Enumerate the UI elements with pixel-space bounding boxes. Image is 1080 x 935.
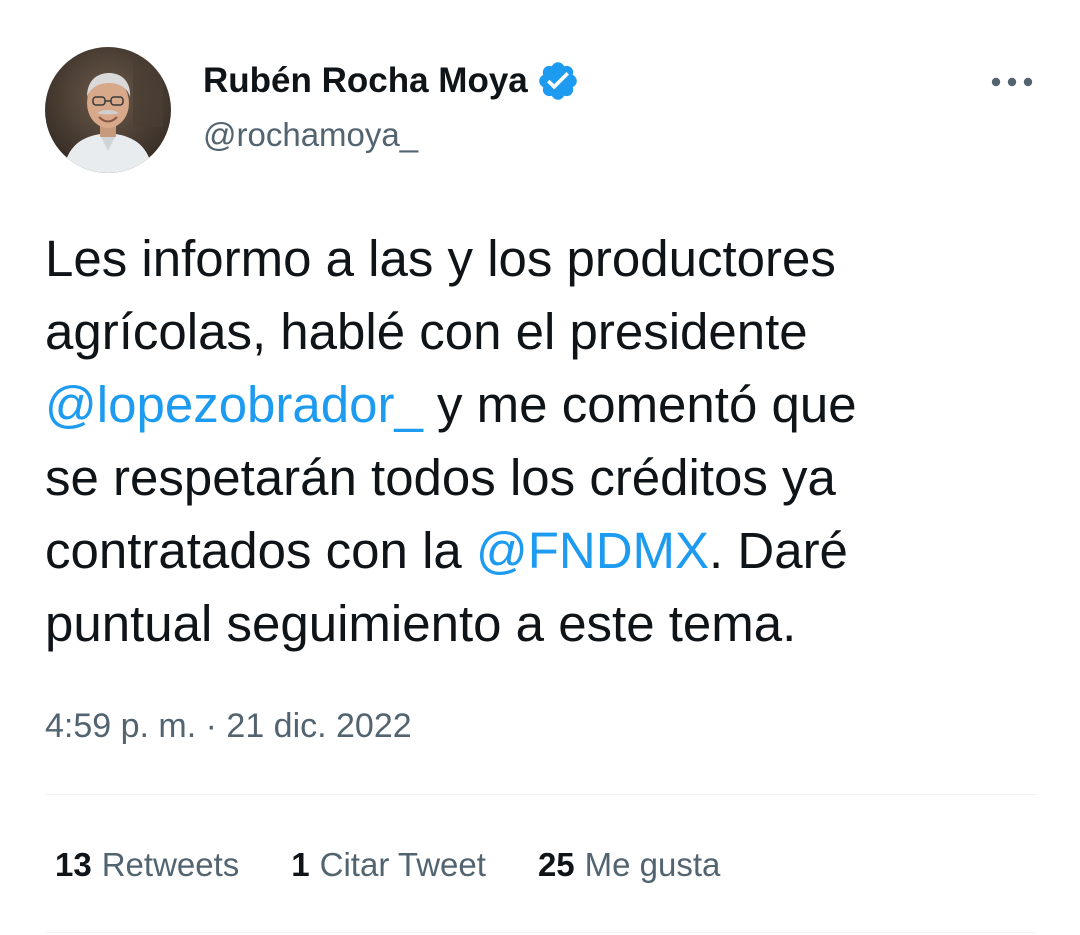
avatar[interactable] xyxy=(45,47,171,173)
author-name-row[interactable]: Rubén Rocha Moya xyxy=(203,58,580,104)
author-handle[interactable]: @rochamoya_ xyxy=(203,113,418,157)
tweet-text-segment: Les informo a las y los productores xyxy=(45,230,836,287)
quotes-stat[interactable]: 1 Citar Tweet xyxy=(291,843,486,887)
tweet-text-segment: y me comentó que xyxy=(422,376,857,433)
tweet-text-line: puntual seguimiento a este tema. xyxy=(45,587,1045,660)
tweet-text-line: agrícolas, hablé con el presidente xyxy=(45,295,1045,368)
likes-stat[interactable]: 25 Me gusta xyxy=(538,843,720,887)
more-options-button[interactable] xyxy=(986,60,1038,104)
tweet-text-line: @lopezobrador_ y me comentó que xyxy=(45,368,1045,441)
mention-link[interactable]: @lopezobrador_ xyxy=(45,376,423,433)
tweet-text: Les informo a las y los productores agríc… xyxy=(45,222,1045,660)
tweet-text-line: contratados con la @FNDMX. Daré xyxy=(45,514,1045,587)
tweet-text-segment: contratados con la xyxy=(45,522,476,579)
mention-link[interactable]: @FNDMX xyxy=(476,522,709,579)
more-options-icon xyxy=(991,77,1033,87)
verified-badge-icon xyxy=(536,59,580,103)
tweet-text-segment: . Daré xyxy=(709,522,848,579)
tweet-timestamp[interactable]: 4:59 p. m. · 21 dic. 2022 xyxy=(45,704,412,748)
tweet-text-segment: se respetarán todos los créditos ya xyxy=(45,449,836,506)
quotes-label: Citar Tweet xyxy=(319,846,486,883)
likes-label: Me gusta xyxy=(584,846,721,883)
retweets-stat[interactable]: 13 Retweets xyxy=(55,843,239,887)
author-display-name[interactable]: Rubén Rocha Moya xyxy=(203,58,528,104)
tweet-text-line: se respetarán todos los créditos ya xyxy=(45,441,1045,514)
quotes-count: 1 xyxy=(291,846,310,883)
retweets-label: Retweets xyxy=(101,846,240,883)
tweet-text-segment: puntual seguimiento a este tema. xyxy=(45,595,797,652)
retweets-count: 13 xyxy=(55,846,92,883)
likes-count: 25 xyxy=(537,846,575,883)
tweet-text-segment: agrícolas, hablé con el presidente xyxy=(45,303,808,360)
divider xyxy=(45,932,1037,933)
divider xyxy=(45,794,1037,795)
profile-photo xyxy=(45,47,171,173)
tweet-text-line: Les informo a las y los productores xyxy=(45,222,1045,295)
tweet-stats: 13 Retweets 1 Citar Tweet 25 Me gusta xyxy=(55,843,720,887)
